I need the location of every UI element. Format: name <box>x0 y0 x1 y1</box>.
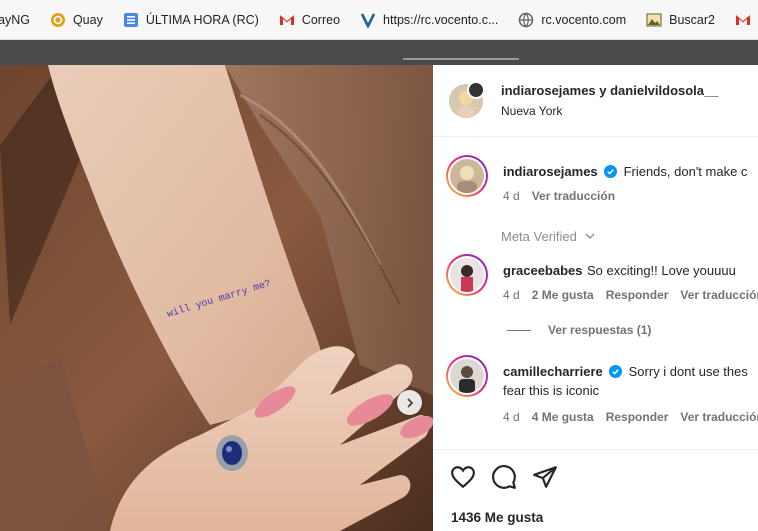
post-header: indiarosejames y danielvildosola__ Nueva… <box>433 65 758 137</box>
bookmark-vocento-url[interactable]: https://rc.vocento.c... <box>360 12 498 28</box>
bookmark-vocento[interactable]: rc.vocento.com <box>518 12 626 28</box>
comment-meta: 4 d 2 Me gusta Responder Ver traducción <box>503 288 758 302</box>
view-replies-label: Ver respuestas (1) <box>548 323 652 337</box>
comment-username[interactable]: camillecharriere <box>503 364 603 379</box>
quay-logo-icon <box>50 12 66 28</box>
comment-meta: 4 d 4 Me gusta Responder Ver traducción <box>503 410 758 424</box>
next-photo-button[interactable] <box>397 390 422 415</box>
header-users[interactable]: indiarosejames y danielvildosola__ <box>501 83 718 98</box>
bookmark-label: Quay <box>72 12 103 27</box>
gmail-icon <box>735 12 751 28</box>
comment-line: graceebabes So exciting!! Love youuuu <box>503 262 736 280</box>
comment-text-continued: fear this is iconic <box>503 383 600 398</box>
comment-likes[interactable]: 4 Me gusta <box>532 410 594 424</box>
reply-button[interactable]: Responder <box>606 410 669 424</box>
story-ring[interactable] <box>446 155 488 197</box>
verified-badge-icon <box>604 165 618 178</box>
post-actions: 1436 Me gusta <box>433 449 758 531</box>
story-ring[interactable] <box>446 355 488 397</box>
post-photo: will you marry me? <box>0 65 433 531</box>
caption-line: indiarosejames Friends, don't make c <box>503 163 747 181</box>
photo-illustration: will you marry me? <box>0 65 433 531</box>
comment-likes[interactable]: 2 Me gusta <box>532 288 594 302</box>
bookmark-buscar2[interactable]: Buscar2 <box>646 12 715 28</box>
reply-button[interactable]: Responder <box>606 288 669 302</box>
translate-link[interactable]: Ver traducción <box>680 288 758 302</box>
location-link[interactable]: Nueva York <box>501 104 562 118</box>
meta-verified-row[interactable]: Meta Verified <box>501 229 595 244</box>
avatar <box>450 159 484 193</box>
translate-link[interactable]: Ver traducción <box>532 189 615 203</box>
avatar <box>450 258 484 292</box>
bookmark-payng[interactable]: ayNG <box>0 13 30 27</box>
chevron-right-icon <box>406 397 413 408</box>
scroll-indicator <box>403 58 519 60</box>
heart-icon[interactable] <box>450 464 476 490</box>
comment-text: Friends, don't make c <box>623 164 748 179</box>
verified-badge-icon <box>609 365 623 378</box>
replies-divider <box>507 329 531 331</box>
bookmark-correo-2[interactable]: corre <box>735 12 758 28</box>
bookmark-label: ÚLTIMA HORA (RC) <box>145 12 259 27</box>
bookmark-ultima-hora[interactable]: ÚLTIMA HORA (RC) <box>123 12 259 28</box>
likes-count[interactable]: 1436 Me gusta <box>451 510 543 525</box>
bookmark-label: https://rc.vocento.c... <box>383 12 499 27</box>
comment-meta: 4 d Ver traducción <box>503 189 615 203</box>
avatar <box>450 359 484 393</box>
comment-username[interactable]: indiarosejames <box>503 164 598 179</box>
story-ring[interactable] <box>446 254 488 296</box>
bookmark-label: rc.vocento.com <box>541 12 627 27</box>
bookmark-label: ayNG <box>0 12 30 27</box>
comment-icon[interactable] <box>491 464 517 490</box>
modal-backdrop-strip <box>0 40 758 65</box>
avatar-secondary[interactable] <box>467 81 485 99</box>
bookmark-label: Buscar2 <box>669 12 715 27</box>
view-replies-button[interactable]: Ver respuestas (1) <box>507 323 651 337</box>
bookmark-label: Correo <box>301 12 341 27</box>
vocento-v-icon <box>360 12 376 28</box>
comment-time[interactable]: 4 d <box>503 410 520 424</box>
comment-time[interactable]: 4 d <box>503 189 520 203</box>
chevron-down-icon <box>585 233 594 239</box>
bookmarks-bar: ayNG Quay ÚLTIMA HORA (RC) Correo https:… <box>0 0 758 40</box>
comment-username[interactable]: graceebabes <box>503 263 583 278</box>
document-icon <box>123 12 139 28</box>
globe-icon <box>518 12 534 28</box>
comment-text: So exciting!! Love youuuu <box>586 263 736 278</box>
comment-line: camillecharriere Sorry i dont use thes <box>503 363 748 381</box>
comment-text: Sorry i dont use thes <box>628 364 748 379</box>
translate-link[interactable]: Ver traducción <box>680 410 758 424</box>
post-sidebar: indiarosejames y danielvildosola__ Nueva… <box>433 65 758 531</box>
comment-time[interactable]: 4 d <box>503 288 520 302</box>
meta-verified-label: Meta Verified <box>501 229 577 244</box>
share-icon[interactable] <box>532 464 558 490</box>
image-icon <box>646 12 662 28</box>
bookmark-correo[interactable]: Correo <box>279 12 340 28</box>
gmail-icon <box>279 12 295 28</box>
bookmark-quay[interactable]: Quay <box>50 12 103 28</box>
